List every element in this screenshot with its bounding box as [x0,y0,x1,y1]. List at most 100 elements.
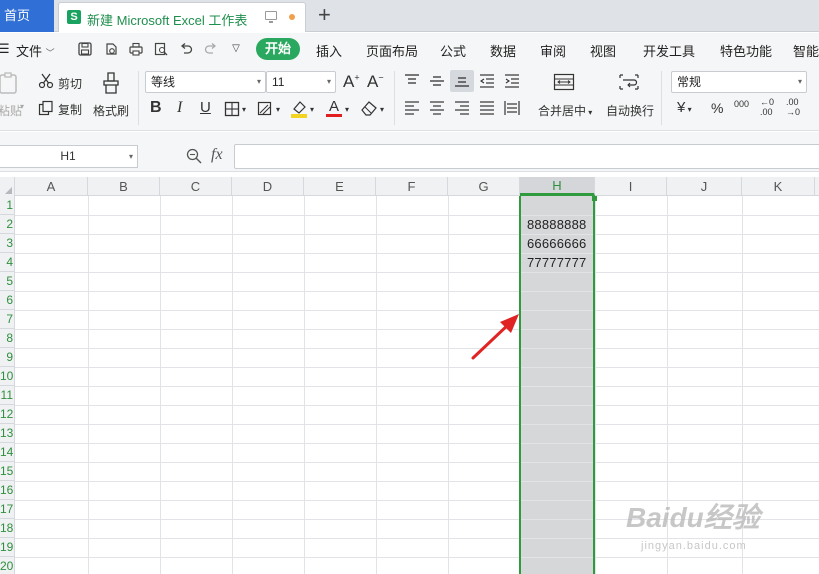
justify-icon[interactable] [479,101,495,115]
paste-button[interactable]: 粘贴 [0,102,22,119]
chevron-down-icon[interactable]: ▾ [345,105,349,114]
row-header-12[interactable]: 12 [0,405,15,424]
row-header-3[interactable]: 3 [0,234,15,253]
row-header-17[interactable]: 17 [0,500,15,519]
menu-view[interactable]: 视图 [590,41,616,60]
row-header-16[interactable]: 16 [0,481,15,500]
new-tab-plus-icon[interactable]: + [318,3,331,27]
print-preview-icon[interactable] [104,42,118,56]
align-middle-icon[interactable] [429,74,445,88]
select-all-corner[interactable] [0,177,15,196]
menu-page-layout[interactable]: 页面布局 [366,41,418,60]
column-header-a[interactable]: A [15,177,88,196]
row-header-11[interactable]: 11 [0,386,15,405]
save-icon[interactable] [78,42,92,56]
monitor-icon[interactable] [265,11,277,23]
fill-color-icon[interactable] [290,99,308,119]
row-header-15[interactable]: 15 [0,462,15,481]
print-icon[interactable] [129,42,143,56]
distributed-align-icon[interactable] [504,100,520,116]
row-header-5[interactable]: 5 [0,272,15,291]
row-header-18[interactable]: 18 [0,519,15,538]
menu-insert[interactable]: 插入 [316,41,342,60]
cell-h4[interactable]: 77777777 [527,255,586,270]
column-header-e[interactable]: E [304,177,376,196]
zoom-search-icon[interactable] [186,148,202,164]
column-header-h[interactable]: H [520,177,595,196]
align-right-icon[interactable] [454,101,470,115]
wrap-text-button[interactable]: 自动换行 [606,102,654,119]
row-header-19[interactable]: 19 [0,538,15,557]
percent-icon[interactable]: % [711,100,723,116]
chevron-down-icon[interactable]: ▾ [310,105,314,114]
row-header-14[interactable]: 14 [0,443,15,462]
increase-indent-icon[interactable] [504,74,520,88]
row-header-1[interactable]: 1 [0,196,15,215]
align-bottom-icon[interactable] [450,70,474,92]
underline-icon[interactable]: U [200,99,211,116]
column-header-f[interactable]: F [376,177,448,196]
menu-file[interactable]: 文件 ﹀ [16,41,55,60]
row-header-2[interactable]: 2 [0,215,15,234]
menu-review[interactable]: 审阅 [540,41,566,60]
menu-data[interactable]: 数据 [490,41,516,60]
hamburger-icon[interactable]: ☰ [0,41,10,57]
font-name-select[interactable]: 等线 ▾ [145,71,266,93]
align-left-icon[interactable] [404,101,420,115]
row-header-9[interactable]: 9 [0,348,15,367]
row-header-10[interactable]: 10 [0,367,15,386]
menu-developer[interactable]: 开发工具 [643,41,695,60]
fill-pattern-icon[interactable] [257,101,275,117]
menu-formulas[interactable]: 公式 [440,41,466,60]
align-center-icon[interactable] [429,101,445,115]
thousands-separator-icon[interactable]: 000 [734,99,749,109]
column-header-i[interactable]: I [595,177,667,196]
column-header-d[interactable]: D [232,177,304,196]
decrease-font-icon[interactable]: A− [367,72,384,92]
row-header-4[interactable]: 4 [0,253,15,272]
number-format-select[interactable]: 常规 ▾ [671,71,807,93]
cell-h2[interactable]: 88888888 [527,217,586,232]
row-header-6[interactable]: 6 [0,291,15,310]
bold-icon[interactable]: B [150,99,162,117]
column-header-j[interactable]: J [667,177,742,196]
menu-special-features[interactable]: 特色功能 [720,41,772,60]
column-header-c[interactable]: C [160,177,232,196]
formula-input[interactable] [234,144,819,169]
undo-icon[interactable] [179,42,193,56]
tab-home[interactable]: 首页 [0,0,54,32]
name-box[interactable]: H1 ▾ [0,145,138,168]
align-top-icon[interactable] [404,74,420,88]
cut-button[interactable]: 剪切 [58,75,82,92]
increase-font-icon[interactable]: A+ [343,72,360,92]
font-size-select[interactable]: 11 ▾ [266,71,336,93]
tab-document[interactable]: S 新建 Microsoft Excel 工作表 [58,2,306,32]
merge-center-button[interactable]: 合并居中 ▾ [538,102,592,119]
copy-button[interactable]: 复制 [58,101,82,118]
currency-icon[interactable]: ¥ ▾ [677,99,692,116]
row-header-7[interactable]: 7 [0,310,15,329]
menu-home-tab[interactable]: 开始 [256,38,300,60]
font-color-icon[interactable]: A [326,98,342,118]
chevron-down-icon[interactable]: ▾ [276,105,280,114]
format-painter-button[interactable]: 格式刷 [93,102,129,119]
customize-toolbar-icon[interactable]: ▽ [229,42,243,56]
menu-smart[interactable]: 智能 [793,41,819,60]
italic-icon[interactable]: I [177,99,182,117]
paste-dropdown-icon[interactable]: ▾ [20,102,24,111]
cell-h3[interactable]: 66666666 [527,236,586,251]
chevron-down-icon[interactable]: ▾ [380,105,384,114]
row-header-13[interactable]: 13 [0,424,15,443]
redo-icon[interactable] [204,42,218,56]
increase-decimal-icon[interactable]: ←0.00 [760,97,774,117]
clear-eraser-icon[interactable] [360,100,378,116]
chevron-down-icon[interactable]: ▾ [242,105,246,114]
row-header-20[interactable]: 20 [0,557,15,574]
decrease-decimal-icon[interactable]: .00 →0 [786,97,800,117]
row-header-8[interactable]: 8 [0,329,15,348]
fill-handle[interactable] [592,196,597,201]
column-header-k[interactable]: K [742,177,815,196]
column-header-b[interactable]: B [88,177,160,196]
page-preview-icon[interactable] [154,42,168,56]
insert-function-icon[interactable]: fx [211,146,223,164]
